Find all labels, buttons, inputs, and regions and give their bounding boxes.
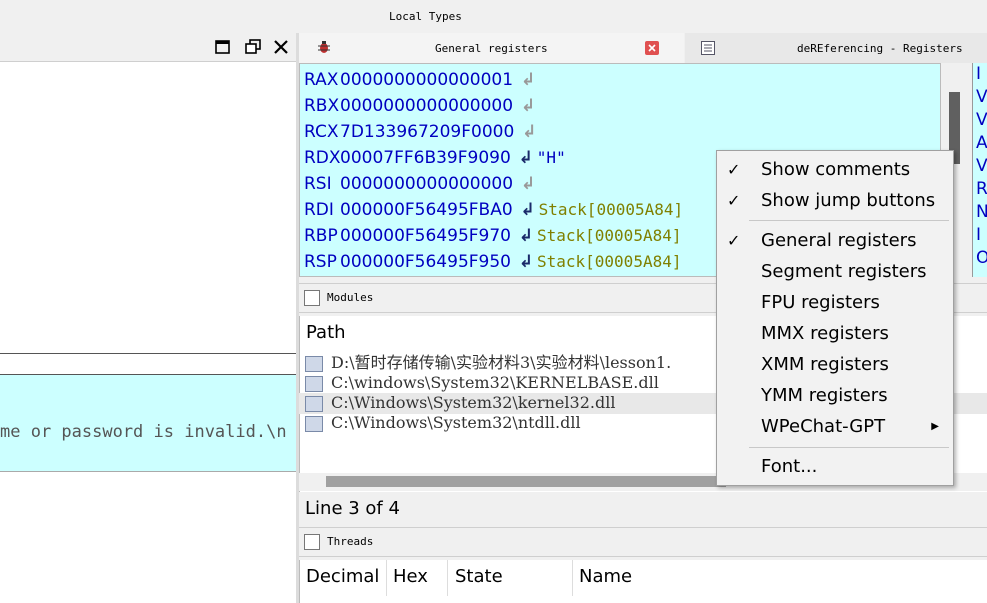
close-tab-icon[interactable] [645, 41, 659, 55]
menu-item-show-jump-buttons[interactable]: Show jump buttons [761, 190, 935, 211]
module-icon [305, 355, 323, 372]
jump-arrow-icon[interactable]: ↲ [517, 67, 539, 93]
menu-item-segment-registers[interactable]: Segment registers [761, 261, 927, 282]
column-divider[interactable] [572, 560, 573, 596]
menu-item-ymm-registers[interactable]: YMM registers [761, 385, 888, 406]
tab-dereferencing-registers[interactable]: deREferencing - Registers [685, 33, 987, 63]
menu-item-general-registers[interactable]: General registers [761, 230, 916, 251]
threads-icon [304, 534, 320, 550]
module-icon [305, 395, 323, 412]
register-row[interactable]: RAX0000000000000001 ↲ [304, 67, 539, 93]
list-icon [701, 41, 715, 55]
threads-title: Threads [327, 535, 374, 548]
restore-icon[interactable] [244, 38, 262, 56]
menu-separator [749, 447, 949, 448]
menu-item-font[interactable]: Font... [761, 456, 817, 477]
jump-arrow-icon[interactable]: ↲ [515, 145, 537, 171]
check-icon: ✓ [727, 160, 741, 179]
local-types-title[interactable]: Local Types [389, 10, 462, 23]
submenu-arrow-icon: ▶ [931, 421, 939, 432]
hscrollbar-thumb[interactable] [326, 476, 726, 487]
register-row[interactable]: RDX00007FF6B39F9090 ↲ "H" [304, 145, 566, 171]
register-row[interactable]: RSI 0000000000000000 ↲ [304, 171, 539, 197]
tab-bar: General registers deREferencing - Regist… [299, 33, 987, 65]
tab-general-registers[interactable]: General registers [299, 33, 684, 65]
module-icon [305, 375, 323, 392]
module-icon [305, 415, 323, 432]
jump-arrow-icon[interactable]: ↲ [517, 93, 539, 119]
register-row[interactable]: RBP 000000F56495F970 ↲ Stack[00005A84] [304, 223, 681, 249]
register-row[interactable]: RCX7D133967209F0000 ↲ [304, 119, 540, 145]
column-divider[interactable] [386, 560, 387, 596]
column-header-hex[interactable]: Hex [393, 566, 428, 587]
jump-arrow-icon[interactable]: ↲ [518, 119, 540, 145]
register-row[interactable]: RBX0000000000000000 ↲ [304, 93, 539, 119]
jump-arrow-icon[interactable]: ↲ [517, 197, 539, 223]
modules-title: Modules [327, 291, 374, 304]
left-pane-header [0, 33, 296, 62]
menu-item-xmm-registers[interactable]: XMM registers [761, 354, 889, 375]
jump-arrow-icon[interactable]: ↲ [515, 223, 537, 249]
maximize-icon[interactable] [214, 38, 232, 56]
context-menu: ✓ Show comments ✓ Show jump buttons ✓ Ge… [716, 150, 954, 486]
check-icon: ✓ [727, 231, 741, 250]
jump-arrow-icon[interactable]: ↲ [517, 171, 539, 197]
message-box: me or password is invalid.\n [0, 374, 296, 472]
top-title-bar: Local Types [0, 0, 987, 34]
menu-item-wpechat-gpt[interactable]: WPeChat-GPT [761, 416, 885, 437]
message-text: me or password is invalid.\n [0, 422, 287, 442]
menu-separator [749, 220, 949, 221]
column-header-state[interactable]: State [455, 566, 503, 587]
menu-item-show-comments[interactable]: Show comments [761, 159, 910, 180]
check-icon: ✓ [727, 191, 741, 210]
threads-header: Threads [299, 527, 987, 557]
register-row[interactable]: RSP 000000F56495F950 ↲ Stack[00005A84] [304, 249, 681, 275]
menu-item-mmx-registers[interactable]: MMX registers [761, 323, 889, 344]
jump-arrow-icon[interactable]: ↲ [515, 249, 537, 275]
bug-icon [318, 41, 330, 53]
status-line: Line 3 of 4 [305, 498, 400, 519]
left-pane [0, 33, 296, 603]
register-row[interactable]: RDI 000000F56495FBA0 ↲ Stack[00005A84] [304, 197, 683, 223]
menu-item-fpu-registers[interactable]: FPU registers [761, 292, 880, 313]
column-header-path[interactable]: Path [306, 322, 346, 343]
left-divider [0, 353, 296, 354]
close-icon[interactable] [272, 38, 290, 56]
tab-label: General registers [435, 42, 548, 55]
tab-label: deREferencing - Registers [797, 42, 963, 55]
column-header-decimal[interactable]: Decimal [306, 566, 379, 587]
modules-icon [304, 290, 320, 306]
column-divider[interactable] [447, 560, 448, 596]
column-header-name[interactable]: Name [579, 566, 632, 587]
dereferencing-panel-edge: IVVAVRNIO [972, 63, 987, 277]
